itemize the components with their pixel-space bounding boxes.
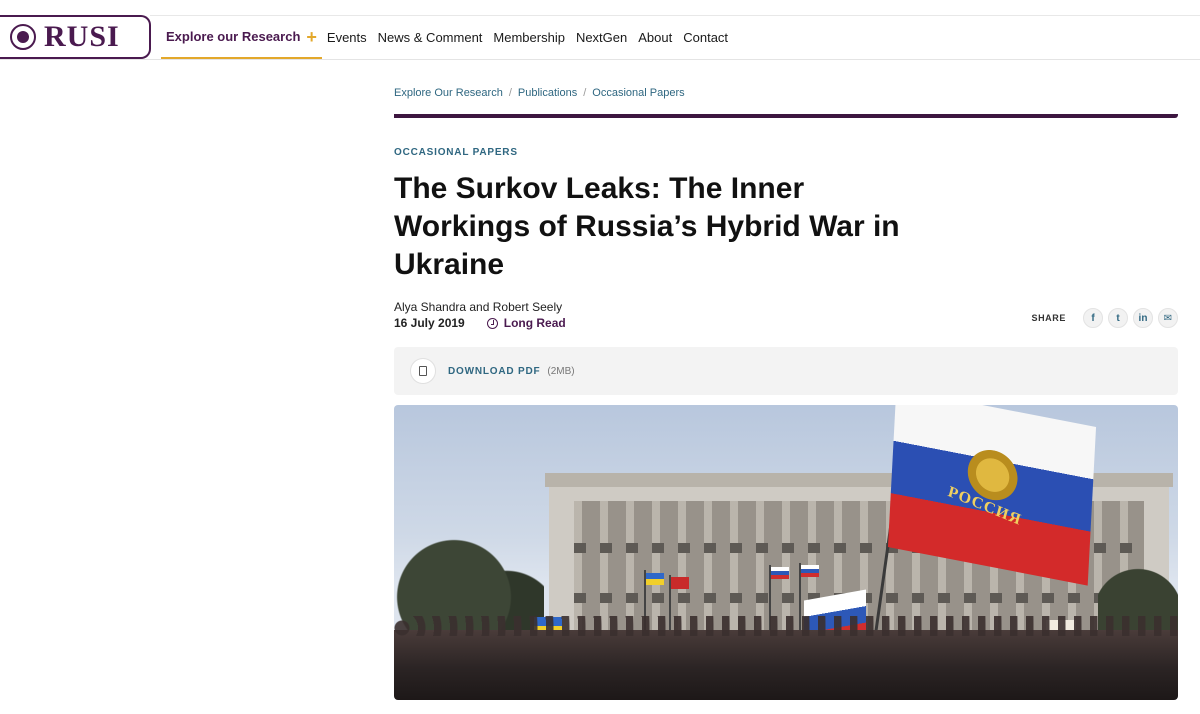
hero-flag	[801, 565, 819, 577]
article-date: 16 July 2019	[394, 316, 465, 330]
nav-explore-research-label: Explore our Research	[166, 29, 301, 44]
site-header: RUSI Explore our Research + Events News …	[0, 0, 1200, 60]
nav-news-comment[interactable]: News & Comment	[378, 30, 483, 45]
article-title: The Surkov Leaks: The Inner Workings of …	[394, 172, 900, 281]
breadcrumb: Explore Our Research / Publications / Oc…	[394, 87, 685, 99]
twitter-icon[interactable]: t	[1108, 308, 1128, 328]
breadcrumb-publications[interactable]: Publications	[518, 87, 577, 99]
nav-events[interactable]: Events	[327, 30, 367, 45]
hero-flag	[646, 573, 664, 585]
article-category[interactable]: OCCASIONAL PAPERS	[394, 147, 518, 158]
rusi-logo[interactable]: RUSI	[0, 15, 151, 59]
nav-explore-research[interactable]: Explore our Research +	[161, 16, 322, 59]
rusi-crest-icon	[10, 24, 36, 50]
hero-image: РОССИЯ	[394, 405, 1178, 700]
header-rule	[394, 114, 1178, 118]
main-nav: Explore our Research + Events News & Com…	[161, 16, 739, 59]
logo-wordmark: RUSI	[44, 20, 120, 53]
breadcrumb-explore-research[interactable]: Explore Our Research	[394, 87, 503, 99]
linkedin-icon[interactable]: in	[1133, 308, 1153, 328]
nav-contact[interactable]: Contact	[683, 30, 728, 45]
share-bar: SHARE f t in ✉	[1031, 308, 1178, 328]
pdf-file-icon	[410, 358, 436, 384]
article-authors[interactable]: Alya Shandra and Robert Seely	[394, 300, 562, 314]
breadcrumb-separator: /	[508, 87, 512, 99]
nav-nextgen[interactable]: NextGen	[576, 30, 627, 45]
hero-flag	[671, 577, 689, 589]
download-pdf-bar[interactable]: DOWNLOAD PDF (2MB)	[394, 347, 1178, 395]
download-pdf-size: (2MB)	[547, 365, 575, 377]
breadcrumb-separator: /	[583, 87, 587, 99]
plus-icon: +	[306, 26, 317, 47]
read-type-label: Long Read	[503, 316, 566, 330]
clock-icon	[486, 317, 498, 329]
download-pdf-label[interactable]: DOWNLOAD PDF	[448, 366, 540, 377]
hero-crowd	[394, 616, 1178, 700]
nav-about[interactable]: About	[638, 30, 672, 45]
share-label: SHARE	[1031, 313, 1066, 323]
hero-flag	[771, 567, 789, 579]
nav-membership[interactable]: Membership	[493, 30, 565, 45]
article-meta: 16 July 2019 Long Read	[394, 316, 566, 330]
facebook-icon[interactable]: f	[1083, 308, 1103, 328]
breadcrumb-occasional-papers[interactable]: Occasional Papers	[592, 87, 684, 99]
email-icon[interactable]: ✉	[1158, 308, 1178, 328]
